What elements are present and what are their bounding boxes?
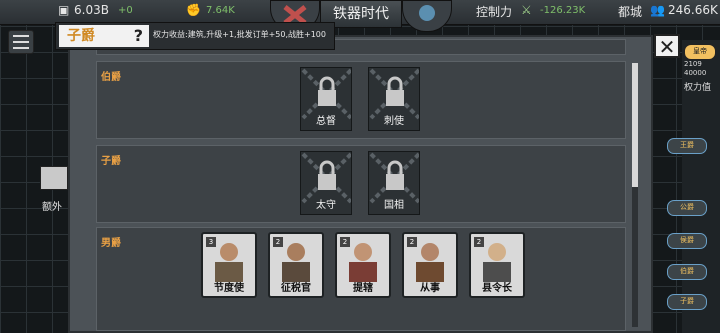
official-card[interactable]: 2 征税官 [268,232,324,298]
menu-icon-line [13,41,29,43]
official-card[interactable]: 2 县令长 [469,232,525,298]
resource2-value: 7.64K [206,5,235,16]
emperor-badge[interactable]: 皇帝 [684,44,716,60]
section-count: 伯爵 总督 刺使 [96,61,626,139]
section-baron: 男爵 3 节度使 2 征税官 2 提辖 2 从事 2 县令长 [96,227,626,331]
card-name: 征税官 [281,283,311,294]
side-building-icon[interactable] [40,166,68,190]
panel-scrollbar[interactable] [632,63,638,327]
resource1-delta: +0 [118,5,133,16]
rank-tag[interactable]: 伯爵 [667,264,707,280]
control-value: -126.23K [540,5,586,16]
card-level: 2 [474,237,484,247]
help-icon[interactable]: ? [134,25,143,47]
right-num2: 40000 [684,69,707,77]
right-num1: 2109 [684,60,702,68]
official-card[interactable]: 2 从事 [402,232,458,298]
card-name: 节度使 [214,283,244,294]
office-slot-locked[interactable]: 太守 [300,151,352,215]
rank-label: 子爵 [101,156,121,167]
office-name: 太守 [316,200,336,211]
rank-label: 男爵 [101,238,121,249]
section-viscount: 子爵 太守 国相 [96,145,626,223]
rank-tag[interactable]: 子爵 [667,294,707,310]
scroll-thumb[interactable] [632,63,638,187]
menu-icon-line [13,47,29,49]
menu-button[interactable] [8,30,34,54]
rank-tag[interactable]: 公爵 [667,200,707,216]
official-card[interactable]: 2 提辖 [335,232,391,298]
arm-icon: ✊ [186,3,201,17]
control-label: 控制力 [476,5,513,19]
card-level: 3 [206,237,216,247]
city-label: 都城 [618,5,643,19]
swords-icon: ⚔ [521,3,532,17]
rank-label: 伯爵 [101,72,121,83]
close-button[interactable]: ✕ [654,34,680,58]
gold-icon: ▣ [58,3,70,17]
extra-label: 额外 [42,202,62,213]
tooltip-title: 子爵 ? [59,25,149,47]
office-slot-locked[interactable]: 总督 [300,67,352,131]
card-name: 提辖 [353,283,373,294]
tooltip-rank: 子爵 [67,28,95,44]
office-slot-locked[interactable]: 国相 [368,151,420,215]
rank-tooltip: 子爵 ? 权力收益:建筑,升级+1,批发订单+50,战胜+100 [55,22,335,50]
office-slot-locked[interactable]: 刺使 [368,67,420,131]
card-level: 2 [407,237,417,247]
card-name: 县令长 [482,283,512,294]
rank-tag[interactable]: 侯爵 [667,233,707,249]
resource1-value: 6.03B [74,3,109,17]
card-name: 从事 [420,283,440,294]
office-name: 总督 [316,116,336,127]
card-level: 2 [340,237,350,247]
menu-icon-line [13,35,29,37]
office-name: 国相 [384,200,404,211]
blue-crown-icon [419,5,435,21]
tooltip-description: 权力收益:建筑,升级+1,批发订单+50,战胜+100 [153,30,326,39]
card-level: 2 [273,237,283,247]
right-emblem[interactable] [402,0,452,32]
nobility-panel: 伯爵 总督 刺使 子爵 太守 国相 男爵 3 节度使 2 征税官 2 提辖 2 … [68,35,653,333]
rank-tag[interactable]: 王爵 [667,138,707,154]
population-value: 246.66K [668,3,718,17]
power-label: 权力值 [684,83,712,93]
official-card[interactable]: 3 节度使 [201,232,257,298]
population-icon: 👥 [650,3,665,17]
office-name: 刺使 [384,116,404,127]
